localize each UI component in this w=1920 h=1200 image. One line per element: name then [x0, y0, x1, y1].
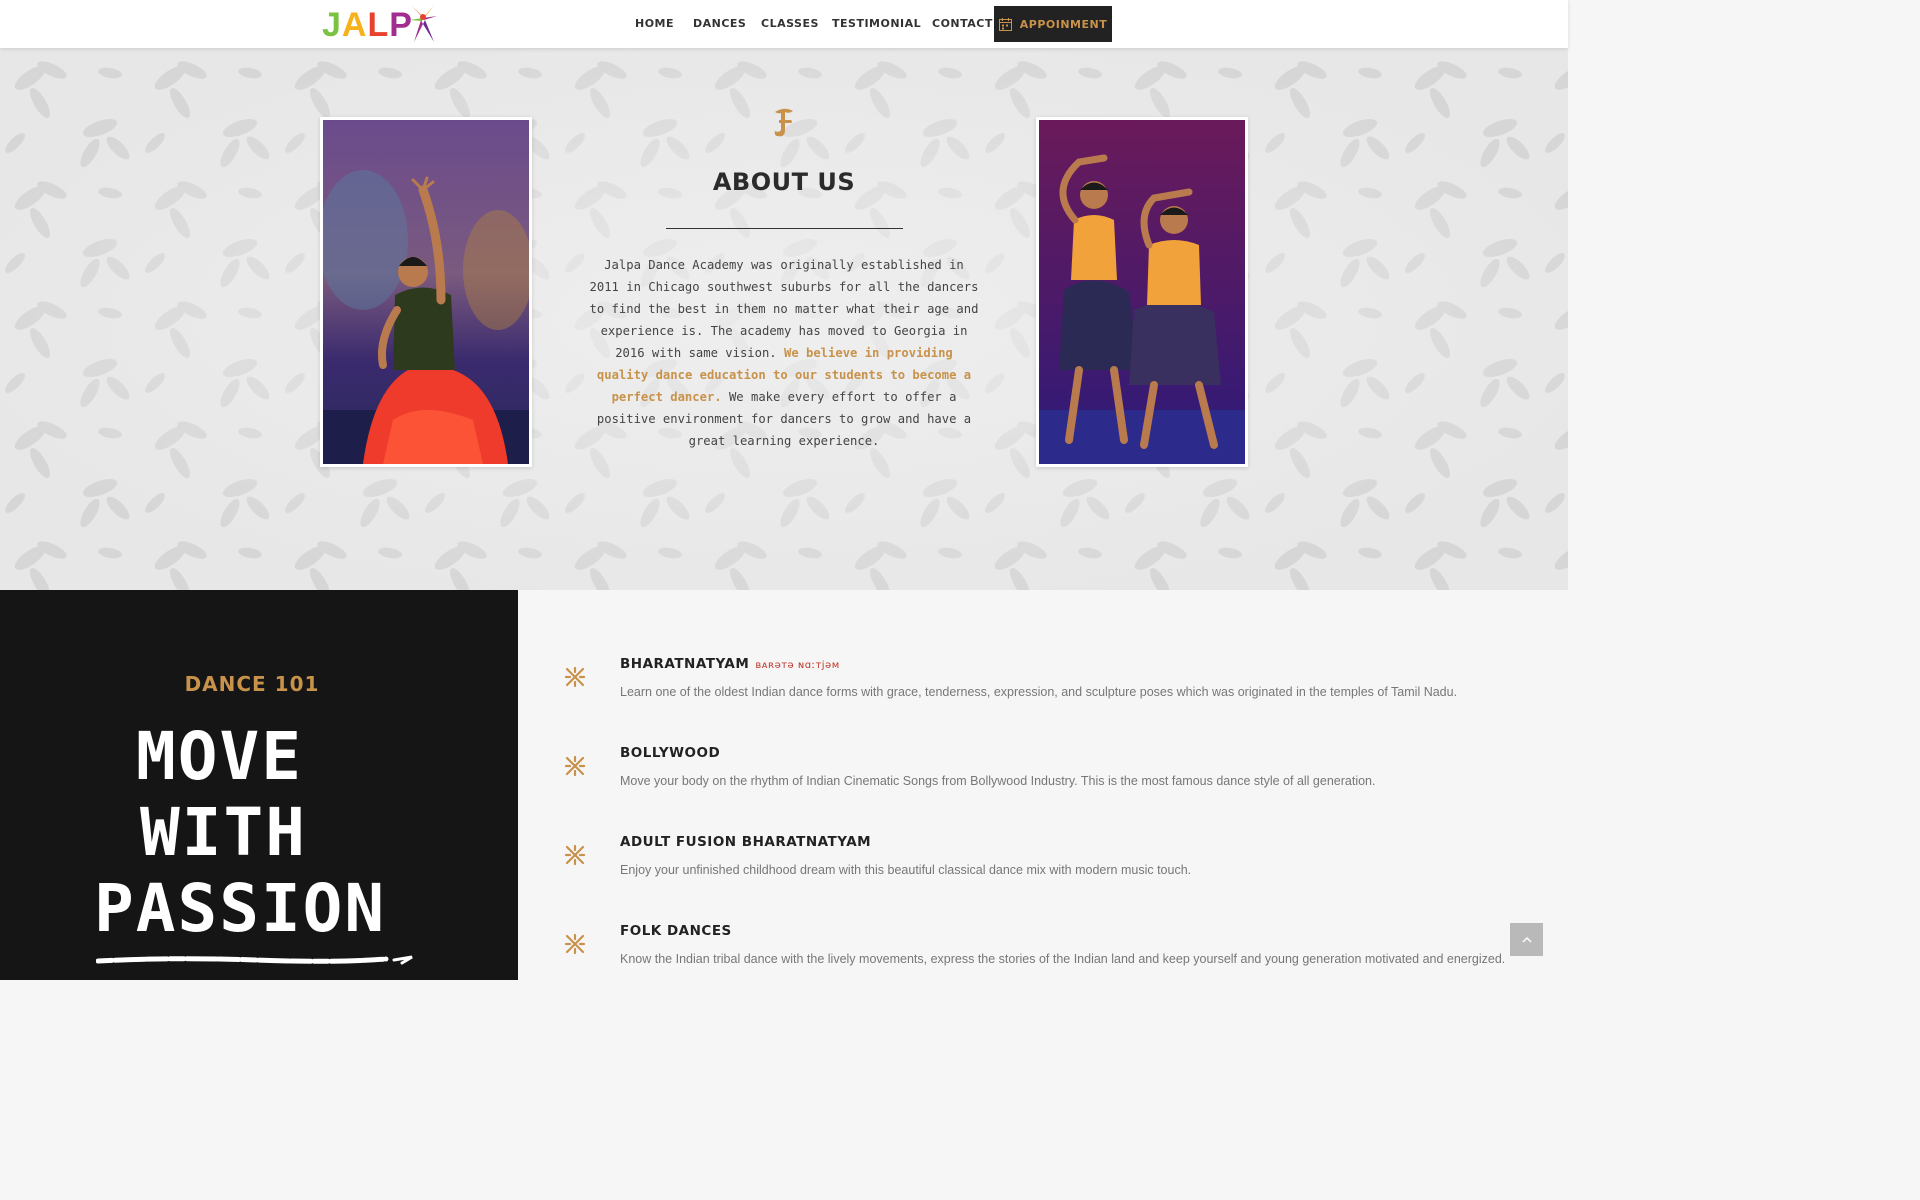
about-divider: [666, 228, 903, 229]
logo-letter-l: L: [367, 5, 390, 44]
dance-item-bharatnatyam: BHARATNATYAM ʙᴀʀəᴛə ɴɑːᴛjəᴍ Learn one of …: [518, 654, 1568, 714]
dance-phonetic: ʙᴀʀəᴛə ɴɑːᴛjəᴍ: [755, 660, 840, 671]
nav-dances[interactable]: DANCES: [693, 17, 746, 30]
scroll-to-top-button[interactable]: [1510, 923, 1543, 956]
ornament-bullet-icon: [564, 666, 586, 688]
calendar-icon: [998, 17, 1012, 31]
nav-home[interactable]: HOME: [635, 17, 674, 30]
dance-name-text: BHARATNATYAM: [620, 656, 750, 672]
ornament-emblem-icon: [774, 108, 793, 137]
logo-wordmark: JALP: [322, 6, 413, 45]
dancer-solo-image: [323, 120, 529, 464]
slogan-line-passion: PASSION: [94, 870, 387, 947]
about-photo-left: [320, 117, 532, 467]
dancers-duo-image: [1039, 120, 1245, 464]
about-text-intro: Jalpa Dance Academy was originally estab…: [589, 258, 979, 360]
about-title: ABOUT US: [712, 168, 856, 196]
ornament-bullet-icon: [564, 933, 586, 955]
chevron-up-icon: [1521, 936, 1532, 943]
dance101-title: DANCE 101: [184, 672, 320, 696]
dance101-panel: DANCE 101 MOVE WITH PASSION: [0, 590, 518, 980]
site-logo[interactable]: JALP: [322, 4, 437, 46]
logo-letter-a: A: [341, 5, 368, 44]
nav-contact[interactable]: CONTACT: [932, 17, 993, 30]
about-section: ABOUT US Jalpa Dance Academy was origina…: [0, 48, 1568, 590]
nav-testimonial[interactable]: TESTIMONIAL: [832, 17, 921, 30]
appointment-button[interactable]: APPOINMENT: [994, 6, 1112, 42]
ornament-bullet-icon: [564, 755, 586, 777]
dance-desc-adult-fusion: Enjoy your unfinished childhood dream wi…: [620, 863, 1192, 877]
nav-classes[interactable]: CLASSES: [761, 17, 819, 30]
chalk-underline: [96, 955, 413, 965]
logo-dancer-star-icon: [410, 5, 437, 42]
dance-item-folk: FOLK DANCES Know the Indian tribal dance…: [518, 921, 1568, 981]
dance-desc-bharatnatyam: Learn one of the oldest Indian dance for…: [620, 685, 1458, 699]
site-header: JALP HOME DANCES CLASSES TESTIMONIAL CON…: [0, 0, 1568, 48]
about-photo-right: [1036, 117, 1248, 467]
dance-name-bollywood: BOLLYWOOD: [620, 745, 721, 761]
slogan-line-move: MOVE: [136, 718, 303, 795]
dance-desc-folk: Know the Indian tribal dance with the li…: [620, 952, 1506, 966]
logo-letter-j: J: [322, 5, 342, 44]
dance-name-folk: FOLK DANCES: [620, 923, 732, 939]
ornament-bullet-icon: [564, 844, 586, 866]
dance-desc-bollywood: Move your body on the rhythm of Indian C…: [620, 774, 1376, 788]
dance-item-adult-fusion: ADULT FUSION BHARATNATYAM Enjoy your unf…: [518, 832, 1568, 892]
dance-styles-list: BHARATNATYAM ʙᴀʀəᴛə ɴɑːᴛjəᴍ Learn one of …: [518, 590, 1568, 980]
dance-name-bharatnatyam: BHARATNATYAM ʙᴀʀəᴛə ɴɑːᴛjəᴍ: [620, 656, 840, 672]
about-description: Jalpa Dance Academy was originally estab…: [588, 254, 980, 452]
dance-item-bollywood: BOLLYWOOD Move your body on the rhythm o…: [518, 743, 1568, 803]
slogan-line-with: WITH: [140, 794, 307, 871]
appointment-button-label: APPOINMENT: [1019, 17, 1108, 31]
dance-name-adult-fusion: ADULT FUSION BHARATNATYAM: [620, 834, 872, 850]
